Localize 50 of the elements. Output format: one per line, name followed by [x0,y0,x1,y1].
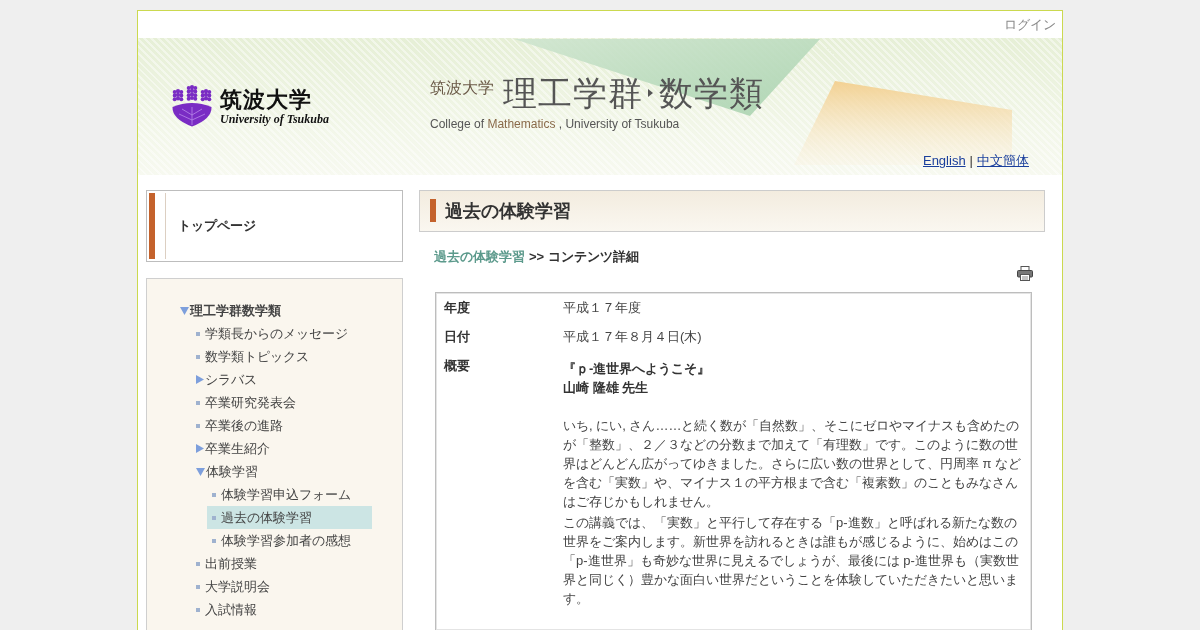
menu-item[interactable]: 卒業生紹介 [191,437,356,460]
university-logo-english: University of Tsukuba [220,111,329,126]
row-value: 平成１７年度 [563,299,642,317]
triangle-icon [648,89,653,97]
printer-icon[interactable] [1017,266,1033,281]
university-logo-name: 筑波大学 [220,86,313,112]
bullet-icon [196,423,200,428]
bullet-icon [196,331,200,336]
breadcrumb-separator: >> [529,248,545,265]
site-subtitle: College of Mathematics , University of Tsukuba [430,117,681,131]
row-label: 概要 [444,357,471,375]
menu-item[interactable]: 理工学群数学類 [175,299,340,322]
menu-item[interactable]: 卒業後の進路 [191,414,356,437]
bullet-icon [196,354,200,359]
top-page-link[interactable]: トップページ [146,190,403,262]
bullet-icon [196,584,200,589]
menu-item[interactable]: シラバス [191,368,356,391]
university-name: 筑波大学 [430,78,494,98]
menu-item[interactable]: 体験学習 [191,460,356,483]
school-name: 理工学群 [503,74,643,112]
breadcrumb-current: コンテンツ詳細 [548,248,640,265]
bullet-icon [196,607,200,612]
lecturer-name: 山崎 隆雄 先生 [563,379,650,397]
login-link[interactable]: ログイン [1004,15,1056,34]
menu-item[interactable]: 入試情報 [191,598,356,621]
menu-item[interactable]: 学類長からのメッセージ [191,322,356,345]
menu-item[interactable]: 過去の体験学習 [207,506,372,529]
bullet-icon [196,400,200,405]
bullet-icon [196,561,200,566]
row-label: 日付 [444,328,471,346]
bullet-icon [212,492,216,497]
row-label: 年度 [444,299,471,317]
menu-item[interactable]: 体験学習参加者の感想 [207,529,372,552]
menu-item[interactable]: 数学類トピックス [191,345,356,368]
department-name: 数学類 [659,74,764,112]
lecture-title: 『ｐ-進世界へようこそ』 [563,360,712,378]
menu-item[interactable]: 卒業研究発表会 [191,391,356,414]
summary-paragraph: この講義では、「実数」と平行して存在する「p-進数」と呼ばれる新たな数の世界をご案内します。新世界を訪れるときは誰もが感じるように、始めはこの「p-進世界」も奇妙な世界に見えるでしょうが、最後には p-進世界も（実数世界と同じく）豊かな面白い世界だということを体験していただきたいと思います。 [563,514,1020,608]
menu-item[interactable]: 大学説明会 [191,575,356,598]
menu-item[interactable]: 出前授業 [191,552,356,575]
menu-item[interactable]: 体験学習申込フォーム [207,483,372,506]
bullet-icon [212,515,216,520]
link-separator: | [969,153,973,168]
crest-icon [170,85,214,127]
page-heading: 過去の体験学習 [419,190,1045,232]
language-link[interactable]: English [922,152,966,169]
bullet-icon [212,538,216,543]
summary-paragraph: いち, にい, さん……と続く数が「自然数」、そこにゼロやマイナスも含めたのが「整数」、２／３などの分数まで加えて「有理数」です。このように数の世界はどんどん広がってゆきました。さらに広い数の世界として、円周率 π などを含む「実数」や、マイナス１の平方根まで含む「複素数」のこともみなさんはご存じかもしれません。 [563,417,1023,511]
language-link[interactable]: 中文簡体 [977,152,1029,169]
row-value: 平成１７年８月４日(木) [563,328,703,346]
